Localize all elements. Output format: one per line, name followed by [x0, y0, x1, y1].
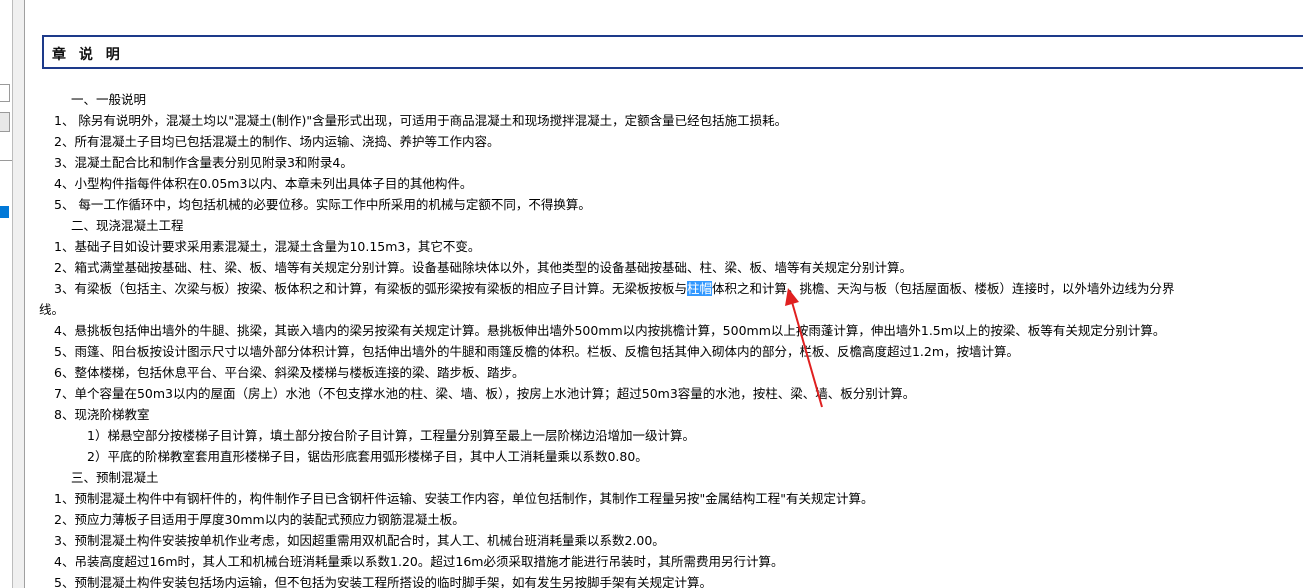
left-divider [0, 160, 12, 161]
left-search-field[interactable] [0, 84, 10, 102]
left-search-button[interactable] [0, 112, 10, 132]
arrow-shaft [791, 301, 823, 408]
red-arrow-annotation [785, 288, 823, 408]
left-tree-panel[interactable] [0, 0, 13, 588]
document-content-pane[interactable]: 章 说 明 一、一般说明 1、 除另有说明外，混凝土均以"混凝土(制作)"含量形… [24, 0, 1303, 588]
left-strip [0, 0, 24, 588]
left-tree-selected-item[interactable] [0, 206, 9, 218]
arrow-head [785, 288, 799, 306]
